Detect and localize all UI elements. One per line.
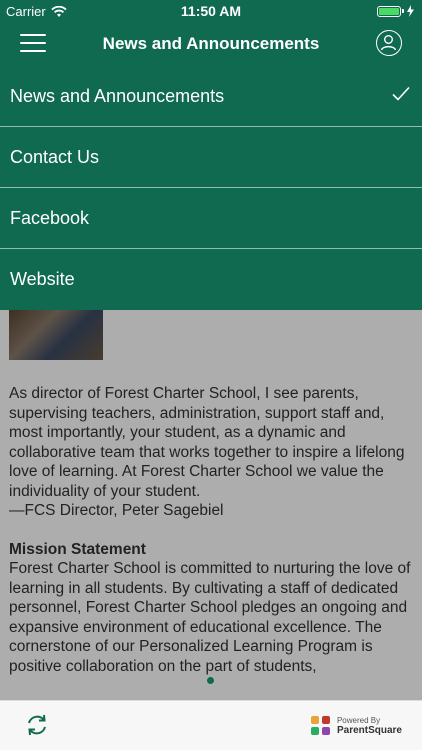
menu-item-label: Contact Us (10, 146, 100, 167)
menu-item-news[interactable]: News and Announcements (0, 66, 422, 127)
menu-item-facebook[interactable]: Facebook (0, 188, 422, 249)
page-indicator-dot (207, 677, 214, 684)
menu-item-label: News and Announcements (10, 85, 225, 106)
page-title: News and Announcements (102, 34, 320, 53)
refresh-icon[interactable] (24, 712, 50, 738)
bottom-toolbar: Powered By ParentSquare (0, 700, 422, 750)
menu-item-website[interactable]: Website (0, 249, 422, 310)
menu-item-label: Website (10, 269, 75, 289)
menu-item-label: Facebook (10, 207, 90, 228)
brand-label: ParentSquare (336, 725, 402, 736)
status-bar: Carrier 11:50 AM (0, 0, 422, 22)
menu-item-contact[interactable]: Contact Us (0, 127, 422, 188)
checkmark-icon (392, 86, 410, 101)
profile-icon[interactable] (376, 30, 402, 56)
parentsquare-logo[interactable]: Powered By ParentSquare (310, 716, 402, 736)
battery-icon (377, 5, 414, 17)
status-time: 11:50 AM (180, 3, 242, 19)
parentsquare-mark-icon (310, 716, 331, 736)
nav-bar: News and Announcements (0, 22, 422, 66)
charging-bolt-icon (407, 5, 414, 17)
navigation-menu: News and Announcements Contact Us Facebo… (0, 66, 422, 310)
powered-by-label: Powered By (336, 716, 381, 725)
